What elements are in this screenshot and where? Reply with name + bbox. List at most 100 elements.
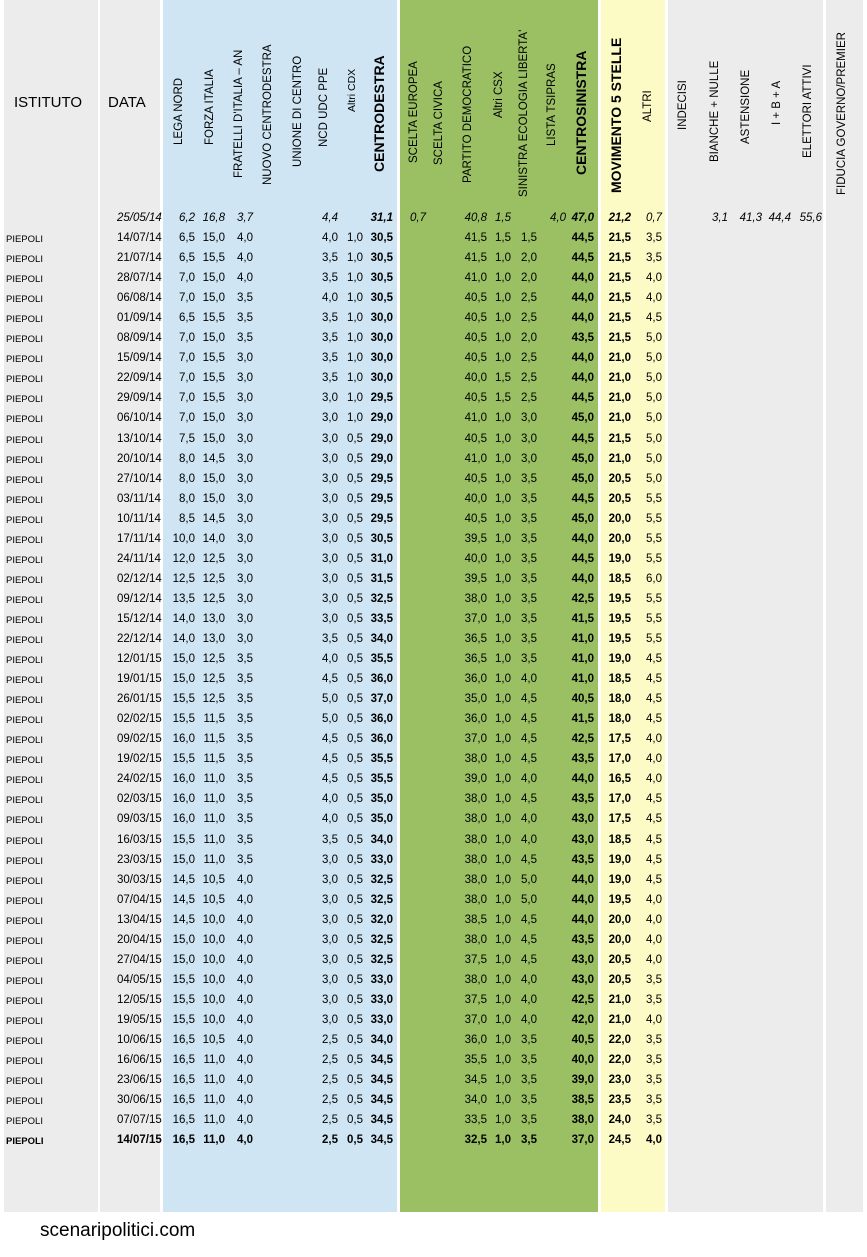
table-cell-altri: 4,0: [646, 913, 662, 926]
table-cell-fdi: 3,5: [237, 793, 253, 806]
table-cell-altri: 5,5: [646, 492, 662, 505]
table-cell-fdi: 3,5: [237, 693, 253, 706]
table-row-istituto: PIEPOLI: [6, 494, 43, 506]
table-row-date: 15/12/14: [117, 612, 162, 625]
table-cell-csx: 37,0: [571, 1134, 594, 1147]
col-nuovo-centrodestra: NUOVO CENTRODESTRA: [262, 44, 274, 185]
table-cell-cdx: 30,0: [370, 312, 393, 325]
table-cell-cdx: 30,0: [370, 372, 393, 385]
table-cell-sel: 4,5: [521, 913, 537, 926]
table-row-istituto: PIEPOLI: [6, 1116, 43, 1128]
table-cell-cdx: 34,5: [370, 1134, 393, 1147]
col-lega-nord: LEGA NORD: [173, 77, 185, 145]
table-cell-cdx: 36,0: [370, 733, 393, 746]
table-row-istituto: PIEPOLI: [6, 835, 43, 847]
table-cell-altri: 5,5: [646, 633, 662, 645]
table-row-istituto: PIEPOLI: [6, 294, 43, 306]
table-cell-csx: 43,0: [571, 813, 594, 826]
table-cell-sel: 3,0: [521, 432, 537, 445]
table-row-date: 26/01/15: [117, 693, 162, 706]
table-cell-altri: 4,0: [646, 733, 662, 746]
table-cell-fdi: 3,5: [237, 292, 253, 305]
table-row-date: 09/12/14: [117, 592, 162, 605]
table-row-date: 03/11/14: [117, 492, 161, 505]
table-cell-sel: 3,5: [521, 1034, 537, 1046]
centrosinistra-band: [400, 0, 598, 1212]
table-row-date: 07/04/15: [117, 893, 162, 906]
table-cell-sel: 2,5: [521, 312, 537, 325]
table-cell-altri: 3,5: [646, 1054, 662, 1067]
table-row-date: 23/03/15: [117, 853, 162, 866]
reference-cell-altri: 0,7: [646, 212, 662, 224]
table-cell-cdx: 30,5: [370, 292, 393, 305]
table-cell-cdx: 33,0: [370, 993, 393, 1006]
table-cell-fdi: 3,5: [237, 332, 253, 345]
col-lista-tsipras: LISTA TSIPRAS: [546, 63, 558, 146]
table-row-istituto: PIEPOLI: [6, 334, 43, 346]
table-cell-fdi: 3,0: [237, 352, 253, 365]
table-row-date: 22/12/14: [117, 633, 162, 645]
table-cell-csx: 43,5: [571, 933, 594, 946]
table-cell-csx: 43,5: [571, 332, 594, 345]
table-cell-fdi: 3,5: [237, 813, 253, 826]
table-cell-cdx: 33,0: [370, 1013, 393, 1026]
table-row-istituto: PIEPOLI: [6, 1056, 43, 1068]
table-row-date: 08/09/14: [117, 332, 162, 345]
table-row-istituto: PIEPOLI: [6, 895, 43, 907]
table-cell-altri: 5,0: [646, 452, 662, 465]
table-row-istituto: PIEPOLI: [6, 1136, 44, 1148]
col-sel: SINISTRA ECOLOGIA LIBERTA': [518, 29, 530, 197]
table-cell-fdi: 3,0: [237, 372, 253, 385]
table-cell-csx: 40,5: [571, 1034, 594, 1046]
table-row-date: 17/11/14: [117, 532, 161, 545]
table-cell-altri: 5,0: [646, 432, 662, 445]
table-row-istituto: PIEPOLI: [6, 454, 43, 466]
col-bianche-nulle: BIANCHE + NULLE: [709, 60, 721, 162]
source-footer: scenaripolitici.com: [40, 1220, 196, 1241]
table-row-date: 29/09/14: [117, 392, 162, 405]
table-row-date: 23/06/15: [117, 1074, 162, 1087]
table-cell-csx: 44,5: [571, 252, 594, 265]
table-cell-fdi: 3,0: [237, 432, 253, 445]
table-cell-csx: 44,0: [571, 773, 594, 786]
table-cell-csx: 38,5: [571, 1094, 594, 1107]
table-cell-altri: 5,0: [646, 372, 662, 385]
table-cell-cdx: 29,0: [370, 452, 393, 465]
table-cell-csx: 43,0: [571, 953, 594, 966]
table-cell-altri: 5,5: [646, 552, 662, 565]
table-cell-sel: 4,5: [521, 733, 537, 746]
table-cell-sel: 3,5: [521, 612, 537, 625]
table-row-date: 20/10/14: [117, 452, 162, 465]
table-cell-cdx: 29,5: [370, 472, 393, 485]
table-cell-sel: 2,0: [521, 252, 537, 265]
col-centrodestra: CENTRODESTRA: [371, 55, 387, 172]
table-row-istituto: PIEPOLI: [6, 374, 43, 386]
table-cell-altri: 4,0: [646, 753, 662, 766]
table-cell-altri: 4,5: [646, 713, 662, 726]
reference-cell-fdi: 3,7: [237, 212, 253, 224]
table-row-date: 15/09/14: [117, 352, 162, 365]
table-row-date: 20/04/15: [117, 933, 162, 946]
reference-cell-ncdudc: 4,4: [322, 212, 338, 224]
table-row-date: 24/02/15: [117, 773, 162, 786]
table-cell-cdx: 32,0: [370, 913, 393, 926]
table-row-istituto: PIEPOLI: [6, 655, 43, 667]
istituto-header: ISTITUTO: [14, 94, 83, 111]
table-row-date: 19/05/15: [117, 1013, 162, 1026]
col-altri: ALTRI: [642, 90, 654, 122]
table-row-istituto: PIEPOLI: [6, 635, 43, 646]
table-cell-sel: 2,0: [521, 272, 537, 285]
table-cell-sel: 4,0: [521, 673, 537, 686]
table-cell-fdi: 4,0: [237, 933, 253, 946]
table-row-istituto: PIEPOLI: [6, 695, 43, 707]
table-row-date: 13/10/14: [117, 432, 162, 445]
col-partito-democratico: PARTITO DEMOCRATICO: [462, 45, 474, 183]
table-cell-altri: 5,5: [646, 532, 662, 545]
table-row-date: 24/11/14: [117, 552, 161, 565]
table-row-istituto: PIEPOLI: [6, 534, 43, 546]
table-cell-fdi: 3,0: [237, 532, 253, 545]
altri-dati-band: [668, 0, 823, 1212]
table-cell-altri: 4,5: [646, 813, 662, 826]
table-cell-altri: 4,0: [646, 292, 662, 305]
table-cell-csx: 44,5: [571, 552, 594, 565]
